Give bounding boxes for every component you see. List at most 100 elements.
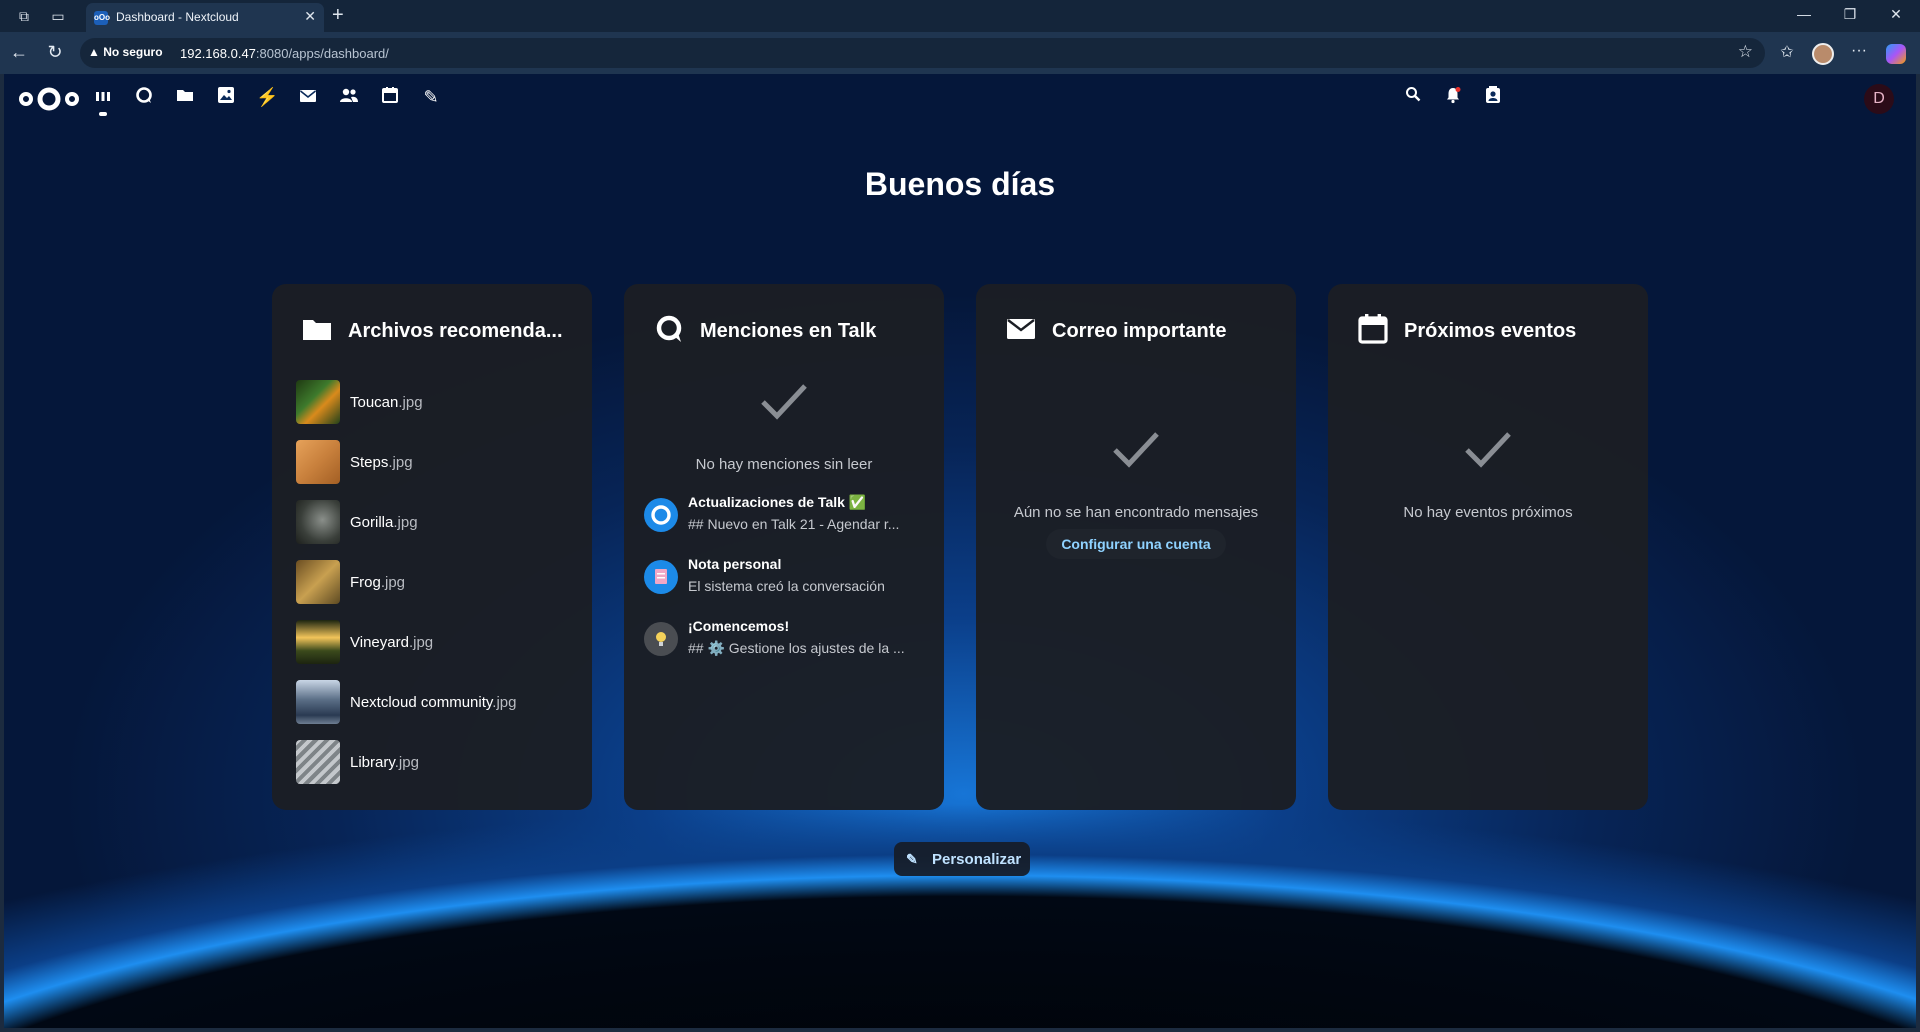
file-basename: Library xyxy=(350,754,395,771)
files-app-icon[interactable] xyxy=(174,86,196,108)
address-toolbar: ← ↻ ▲ No seguro 192.168.0.47:8080/apps/d… xyxy=(0,32,1920,74)
talk-conversation-item[interactable]: Nota personal El sistema creó la convers… xyxy=(644,554,934,604)
panel-header: Menciones en Talk xyxy=(654,314,934,350)
personal-note-icon xyxy=(644,560,678,594)
reload-icon[interactable]: ↻ xyxy=(44,42,66,63)
file-extension: .jpg xyxy=(380,574,406,591)
file-extension: .jpg xyxy=(492,694,517,711)
minimize-icon[interactable]: — xyxy=(1794,6,1814,22)
not-secure-indicator[interactable]: ▲ No seguro xyxy=(88,45,163,59)
address-bar[interactable]: ▲ No seguro 192.168.0.47:8080/apps/dashb… xyxy=(80,38,1765,68)
contacts-menu-icon[interactable] xyxy=(1482,86,1504,108)
search-icon[interactable] xyxy=(1402,86,1424,108)
checkmark-icon xyxy=(761,384,807,420)
user-avatar[interactable]: D xyxy=(1864,84,1894,114)
window-close-icon[interactable]: ✕ xyxy=(1886,6,1906,23)
url-text: 192.168.0.47:8080/apps/dashboard/ xyxy=(180,46,389,61)
restore-icon[interactable]: ❐ xyxy=(1840,6,1860,23)
security-label: No seguro xyxy=(103,45,163,59)
file-extension: .jpg xyxy=(388,454,413,471)
talk-icon xyxy=(656,315,682,342)
file-extension: .jpg xyxy=(408,634,434,651)
talk-conversation-item[interactable]: ¡Comencemos! ## ⚙️ Gestione los ajustes … xyxy=(644,616,934,666)
file-thumbnail xyxy=(296,500,340,544)
file-name: Frog.jpg xyxy=(350,574,405,591)
more-menu-icon[interactable]: ··· xyxy=(1848,42,1870,60)
notifications-bell-icon[interactable] xyxy=(1442,86,1464,108)
file-item-steps[interactable]: Steps.jpg xyxy=(296,440,576,484)
contacts-app-icon[interactable] xyxy=(338,86,360,108)
customize-button[interactable]: ✎ Personalizar xyxy=(894,842,1030,876)
file-item-toucan[interactable]: Toucan.jpg xyxy=(296,380,576,424)
conversation-preview: ## ⚙️ Gestione los ajustes de la ... xyxy=(688,640,905,656)
browser-tab[interactable]: oOo Dashboard - Nextcloud ✕ xyxy=(86,3,324,32)
panel-header: Correo importante xyxy=(1006,314,1286,350)
pencil-icon: ✎ xyxy=(906,851,918,867)
lightbulb-icon xyxy=(644,622,678,656)
file-name: Toucan.jpg xyxy=(350,394,423,411)
file-name: Nextcloud community.jpg xyxy=(350,694,516,711)
empty-message: Aún no se han encontrado mensajes xyxy=(1013,504,1259,521)
photos-app-icon[interactable] xyxy=(215,86,237,108)
file-basename: Frog xyxy=(350,574,381,591)
conversation-title: ¡Comencemos! xyxy=(688,618,790,634)
profile-avatar[interactable] xyxy=(1812,43,1834,65)
file-thumbnail xyxy=(296,620,340,664)
tab-title: Dashboard - Nextcloud xyxy=(116,10,239,24)
file-item-vineyard[interactable]: Vineyard.jpg xyxy=(296,620,576,664)
activity-app-icon[interactable]: ⚡ xyxy=(256,86,278,108)
file-thumbnail xyxy=(296,680,340,724)
file-basename: Steps xyxy=(350,454,389,471)
recommended-files-panel: Archivos recomenda... Toucan.jpg Steps.j… xyxy=(272,284,592,810)
conversation-title: Actualizaciones de Talk ✅ xyxy=(688,494,867,510)
tab-bar: ⧉ ▭ oOo Dashboard - Nextcloud ✕ + — ❐ ✕ xyxy=(0,0,1920,32)
favorite-star-icon[interactable]: ☆ xyxy=(1738,42,1753,62)
panel-title: Correo importante xyxy=(1052,320,1227,342)
file-item-frog[interactable]: Frog.jpg xyxy=(296,560,576,604)
notes-app-icon[interactable]: ✎ xyxy=(420,86,442,108)
file-basename: Vineyard xyxy=(350,634,409,651)
favorites-icon[interactable]: ✩ xyxy=(1776,42,1798,62)
conversation-title: Nota personal xyxy=(688,556,782,572)
panel-header: Archivos recomenda... xyxy=(302,314,582,350)
upcoming-events-panel: Próximos eventos No hay eventos próximos xyxy=(1328,284,1648,810)
file-basename: Gorilla xyxy=(350,514,394,531)
file-extension: .jpg xyxy=(393,514,418,531)
mail-app-icon[interactable] xyxy=(297,86,319,108)
tab-actions-icon[interactable]: ▭ xyxy=(48,6,68,26)
conversation-preview: ## Nuevo en Talk 21 - Agendar r... xyxy=(688,516,900,532)
file-name: Vineyard.jpg xyxy=(350,634,433,651)
calendar-app-icon[interactable] xyxy=(379,86,401,108)
file-item-nextcloud-community[interactable]: Nextcloud community.jpg xyxy=(296,680,576,724)
panel-title: Menciones en Talk xyxy=(700,320,877,342)
new-tab-icon[interactable]: + xyxy=(332,4,344,27)
panel-title: Archivos recomenda... xyxy=(348,320,563,342)
copilot-icon[interactable] xyxy=(1886,44,1906,64)
back-icon[interactable]: ← xyxy=(8,42,30,63)
empty-message: No hay eventos próximos xyxy=(1403,504,1573,521)
important-mail-panel: Correo importante Aún no se han encontra… xyxy=(976,284,1296,810)
file-item-gorilla[interactable]: Gorilla.jpg xyxy=(296,500,576,544)
file-thumbnail xyxy=(296,380,340,424)
workspaces-icon[interactable]: ⧉ xyxy=(14,6,34,26)
calendar-icon xyxy=(1358,314,1388,344)
url-path: :8080/apps/dashboard/ xyxy=(255,46,389,61)
url-host: 192.168.0.47 xyxy=(180,46,256,61)
nextcloud-logo-icon[interactable] xyxy=(18,86,80,112)
talk-mentions-panel: Menciones en Talk No hay menciones sin l… xyxy=(624,284,944,810)
tab-close-icon[interactable]: ✕ xyxy=(304,8,316,25)
file-name: Steps.jpg xyxy=(350,454,413,471)
mail-icon xyxy=(1007,319,1035,339)
talk-conversation-item[interactable]: Actualizaciones de Talk ✅ ## Nuevo en Ta… xyxy=(644,492,934,542)
talk-app-icon[interactable] xyxy=(133,86,155,108)
talk-updates-icon xyxy=(644,498,678,532)
conversation-preview: El sistema creó la conversación xyxy=(688,578,885,594)
dashboard-app-icon[interactable] xyxy=(92,86,114,116)
file-item-library[interactable]: Library.jpg xyxy=(296,740,576,784)
nextcloud-favicon-icon: oOo xyxy=(94,11,110,25)
greeting-title: Buenos días xyxy=(864,166,1056,202)
configure-account-button[interactable]: Configurar una cuenta xyxy=(1046,529,1226,559)
file-extension: .jpg xyxy=(398,394,423,411)
browser-window: ⧉ ▭ oOo Dashboard - Nextcloud ✕ + — ❐ ✕ … xyxy=(0,0,1920,1032)
file-thumbnail xyxy=(296,740,340,784)
